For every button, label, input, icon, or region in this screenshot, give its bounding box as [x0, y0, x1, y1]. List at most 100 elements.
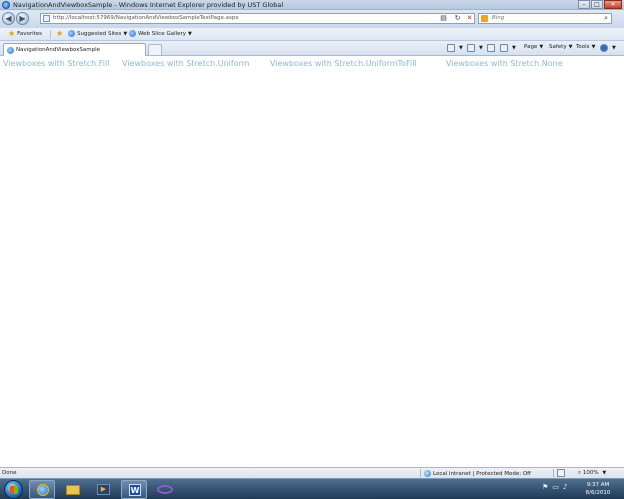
word-icon: W [129, 484, 141, 496]
tab-label: NavigationAndViewboxSample [16, 47, 101, 53]
back-button[interactable]: ◀ [2, 12, 15, 25]
favorites-bar: ★ Favorites ★ Suggested Sites ▼ Web Slic… [0, 28, 624, 41]
search-box[interactable]: Bing ⌕ [478, 13, 612, 24]
ie-page-icon [68, 30, 75, 37]
security-zone-label: Local intranet | Protected Mode: Off [433, 470, 531, 477]
help-button[interactable]: ▼ [600, 44, 616, 52]
protected-mode-icon[interactable] [557, 469, 565, 477]
home-icon [447, 44, 455, 52]
internet-explorer-icon [37, 484, 49, 496]
label-stretch-uniform: Viewboxes with Stretch.Uniform [122, 59, 250, 68]
media-player-icon: ▶ [97, 484, 110, 495]
page-menu[interactable]: Page ▼ [524, 44, 543, 50]
stop-icon[interactable]: ✕ [465, 14, 474, 23]
start-button[interactable] [4, 480, 23, 499]
chevron-down-icon: ▼ [459, 45, 463, 51]
tools-menu[interactable]: Tools ▼ [576, 44, 595, 50]
favorites-label: Favorites [17, 31, 43, 37]
add-to-favorites-icon: ★ [56, 29, 64, 38]
taskbar-clock[interactable]: 9:37 AM 8/6/2010 [580, 481, 616, 497]
safety-menu[interactable]: Safety ▼ [549, 44, 572, 50]
mail-icon [487, 44, 495, 52]
read-mail-button[interactable] [487, 44, 497, 52]
taskbar-word[interactable]: W [121, 480, 147, 499]
feeds-button[interactable]: ▼ [467, 44, 483, 52]
help-icon [600, 44, 608, 52]
chevron-down-icon: ▼ [539, 44, 544, 50]
flag-icon[interactable]: ⚑ [542, 483, 548, 491]
bing-icon [481, 15, 488, 22]
favorites-button[interactable]: ★ Favorites [8, 30, 42, 38]
safety-menu-label: Safety [549, 44, 567, 50]
chevron-down-icon: ▼ [612, 45, 616, 51]
address-row: ◀ ▶ http://localhost:57969/NavigationAnd… [0, 10, 624, 28]
chevron-down-icon: ▼ [479, 45, 483, 51]
new-tab-button[interactable] [148, 44, 162, 55]
taskbar-visual-studio[interactable] [152, 480, 178, 499]
print-button[interactable]: ▼ [500, 44, 516, 52]
zoom-level[interactable]: ⌕ 100% ▼ [578, 470, 606, 477]
clock-time: 9:37 AM [586, 482, 610, 488]
title-bar: NavigationAndViewboxSample - Windows Int… [0, 0, 624, 10]
status-divider [553, 469, 554, 477]
print-icon [500, 44, 508, 52]
minimize-button[interactable]: – [578, 0, 590, 9]
favorites-separator [50, 30, 51, 39]
page-menu-label: Page [524, 44, 538, 50]
window-controls: – □ ✕ [577, 0, 622, 9]
status-bar: Done Local intranet | Protected Mode: Of… [0, 467, 624, 478]
folder-icon [66, 485, 80, 495]
chevron-down-icon: ▼ [188, 30, 192, 37]
label-stretch-uniformtofill: Viewboxes with Stretch.UniformToFill [270, 59, 417, 68]
tools-menu-label: Tools [576, 44, 590, 50]
search-placeholder[interactable]: Bing [492, 15, 504, 21]
chevron-down-icon: ▼ [123, 30, 128, 37]
taskbar-media-player[interactable]: ▶ [91, 480, 117, 499]
system-tray: ⚑ ▭ ♪ [542, 483, 567, 491]
magnifier-icon: ⌕ [578, 470, 582, 476]
zoom-label: 100% [582, 470, 599, 476]
taskbar-internet-explorer[interactable] [29, 480, 55, 499]
windows-logo-icon [10, 486, 18, 494]
feeds-icon [467, 44, 475, 52]
status-text: Done [2, 470, 17, 476]
close-button[interactable]: ✕ [604, 0, 622, 9]
web-slice-gallery-link[interactable]: Web Slice Gallery ▼ [129, 30, 192, 37]
ie-app-icon [2, 1, 10, 9]
label-stretch-none: Viewboxes with Stretch.None [446, 59, 563, 68]
security-zone[interactable]: Local intranet | Protected Mode: Off [424, 470, 531, 477]
chevron-down-icon: ▼ [512, 45, 516, 51]
suggested-sites-link[interactable]: Suggested Sites ▼ [68, 30, 127, 37]
refresh-icon[interactable]: ↻ [453, 14, 462, 23]
visual-studio-icon [157, 485, 173, 494]
page-content: Viewboxes with Stretch.Fill Viewboxes wi… [0, 57, 624, 466]
ie-page-icon [129, 30, 136, 37]
address-url[interactable]: http://localhost:57969/NavigationAndView… [53, 15, 239, 21]
maximize-button[interactable]: □ [591, 0, 603, 9]
address-bar[interactable]: http://localhost:57969/NavigationAndView… [40, 13, 475, 24]
taskbar-windows-explorer[interactable] [60, 480, 86, 499]
search-icon[interactable]: ⌕ [604, 14, 608, 23]
ie-page-icon [7, 47, 14, 54]
page-icon [43, 15, 50, 22]
home-button[interactable]: ▼ [447, 44, 463, 52]
suggested-sites-label: Suggested Sites [77, 30, 122, 37]
compatibility-icon[interactable]: ▤ [439, 14, 448, 23]
window-title: NavigationAndViewboxSample - Windows Int… [13, 1, 284, 9]
label-stretch-fill: Viewboxes with Stretch.Fill [3, 59, 110, 68]
status-divider [420, 469, 421, 477]
taskbar: ▶ W ⚑ ▭ ♪ 9:37 AM 8/6/2010 [0, 478, 624, 499]
tab-navigation-and-viewbox-sample[interactable]: NavigationAndViewboxSample [3, 43, 146, 56]
chevron-down-icon: ▼ [568, 44, 573, 50]
chevron-down-icon: ▼ [602, 470, 607, 476]
add-favorite-button[interactable]: ★ [56, 30, 65, 38]
network-icon[interactable]: ▭ [552, 483, 559, 491]
tab-row: NavigationAndViewboxSample ▼ ▼ ▼ Page ▼ S… [0, 41, 624, 56]
volume-icon[interactable]: ♪ [563, 483, 567, 491]
globe-icon [424, 470, 431, 477]
web-slice-gallery-label: Web Slice Gallery [138, 30, 187, 37]
favorites-star-icon: ★ [8, 29, 16, 38]
clock-date: 8/6/2010 [585, 490, 611, 496]
chevron-down-icon: ▼ [591, 44, 596, 50]
forward-button[interactable]: ▶ [16, 12, 29, 25]
